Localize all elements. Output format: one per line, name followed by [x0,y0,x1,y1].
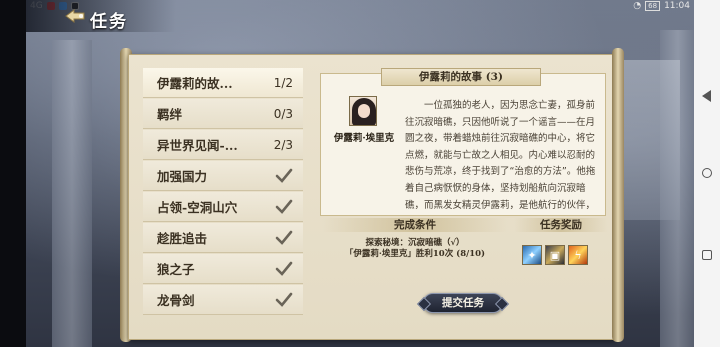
quest-name: 龙骨剑 [157,293,195,308]
system-back-icon[interactable] [702,90,711,102]
story-title: 伊露莉的故事 (3) [381,68,541,86]
quest-progress: 1/2 [273,75,293,90]
check-icon [275,292,293,307]
quest-list-item[interactable]: 异世界见闻-... 2/3 [143,130,303,160]
character-name: 伊露莉·埃里克 [333,133,395,144]
condition-victories: 「伊露莉·埃里克」胜利10次 (8/10) [344,249,486,259]
rewards-header: 任务奖励 [514,218,608,232]
quest-name: 羁绊 [157,107,183,122]
mechanism-box-icon[interactable]: ▣ [545,245,565,265]
back-arrow-icon [65,9,85,23]
scroll-roll-right [612,48,624,342]
story-divider [327,215,599,216]
conditions-header: 完成条件 [322,218,508,232]
left-screen-edge [0,0,26,347]
quest-name: 加强国力 [157,169,208,184]
check-icon [275,168,293,183]
wifi-icon: ◔ [633,1,642,11]
portrait-face [358,104,370,118]
story-panel: 伊露莉的故事 (3) 伊露莉·埃里克 一位孤独的老人，因为思念亡妻，孤身前往沉寂… [320,68,606,216]
top-header: 任务 [26,0,176,32]
quest-name: 伊露莉的故... [157,76,233,91]
quest-list-item[interactable]: 龙骨剑 [143,285,303,315]
clock: 11:04 [664,1,690,11]
quest-progress: 0/3 [273,106,293,121]
quest-list-item[interactable]: 狼之子 [143,254,303,284]
check-icon [275,261,293,276]
check-icon [275,199,293,214]
check-icon [275,230,293,245]
quest-list-item[interactable]: 加强国力 [143,161,303,191]
story-text[interactable]: 一位孤独的老人，因为思念亡妻，孤身前往沉寂暗礁，只因他听说了一个谣言——在月圆之… [405,98,599,212]
quest-list-item[interactable]: 伊露莉的故... 1/2 [143,68,303,98]
quest-list-item[interactable]: 占领-空洞山穴 [143,192,303,222]
blue-crystal-icon[interactable]: ✦ [522,245,542,265]
quest-name: 占领-空洞山穴 [157,200,238,215]
quest-name: 异世界见闻-... [157,138,238,153]
lightning-scroll-icon[interactable]: ϟ [568,245,588,265]
quest-progress: 2/3 [273,137,293,152]
quest-name: 趁胜追击 [157,231,208,246]
character-portrait [349,96,377,126]
quest-name: 狼之子 [157,262,195,277]
quest-list-item[interactable]: 趁胜追击 [143,223,303,253]
background-pillar [52,40,92,347]
page-title: 任务 [90,12,128,32]
battery-indicator: 68 [645,1,661,11]
system-nav-bar [694,0,720,347]
quest-list-item[interactable]: 羁绊 0/3 [143,99,303,129]
quest-list[interactable]: 伊露莉的故... 1/2 羁绊 0/3 异世界见闻-... 2/3 加强国力占领-空洞山穴趁… [143,68,303,320]
system-recent-apps-icon[interactable] [702,250,712,260]
reward-list: ✦ ▣ ϟ [522,245,588,265]
system-home-icon[interactable] [702,168,712,178]
submit-quest-button[interactable]: 提交任务 [423,293,503,313]
back-button[interactable] [64,8,86,24]
